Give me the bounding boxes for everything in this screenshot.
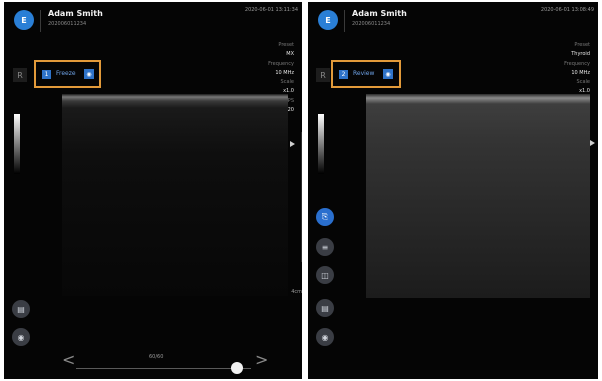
patient-id: 202006011234 [352, 21, 391, 27]
menu-icon[interactable]: ≡ [316, 238, 334, 256]
r-orientation-badge: R [316, 68, 330, 82]
param-label: Scale [280, 79, 294, 86]
param-label: Frequency [268, 60, 294, 67]
split-view-icon[interactable]: ◫ [316, 266, 334, 284]
grayscale-bar [318, 114, 324, 174]
review-mode-label: Review [353, 70, 375, 77]
depth-label: 4cm [291, 289, 302, 295]
image-number-badge: 1 [42, 70, 51, 79]
param-value: 10 MHz [275, 69, 294, 76]
r-orientation-badge: R [13, 68, 27, 82]
depth-scale-line [301, 132, 302, 262]
right-scan-panel: E Adam Smith 202006011234 2020-06-01 13:… [308, 2, 598, 379]
scan-datetime: 2020-06-01 13:11:34 [244, 7, 298, 13]
lock-icon[interactable]: ◉ [84, 69, 94, 79]
calipers-icon[interactable]: ▤ [12, 300, 30, 318]
ultrasound-image[interactable] [366, 94, 590, 298]
header-divider [344, 10, 345, 32]
param-value: MX [286, 51, 294, 58]
app-logo-icon: E [318, 10, 338, 30]
cine-slider-track[interactable] [76, 368, 251, 369]
cine-slider-knob[interactable] [231, 362, 243, 374]
camera-icon[interactable]: ◉ [316, 328, 334, 346]
scan-parameters: Preset Thyroid Frequency 10 MHz Scale x1… [564, 41, 590, 97]
param-label: Preset [278, 42, 294, 48]
param-value: Thyroid [571, 51, 590, 58]
grayscale-bar [14, 114, 20, 174]
param-label: Frequency [564, 60, 590, 67]
export-icon[interactable]: ⎘ [316, 208, 334, 226]
next-frame-button[interactable]: > [255, 352, 268, 368]
prev-frame-button[interactable]: < [62, 352, 75, 368]
focus-marker-icon [290, 141, 295, 147]
patient-id: 202006011234 [48, 21, 87, 27]
frame-counter: 60/60 [149, 354, 164, 360]
focus-marker-icon [590, 140, 595, 146]
patient-name: Adam Smith [352, 9, 407, 18]
image-number-badge: 2 [339, 70, 348, 79]
header-divider [40, 10, 41, 32]
param-label: Scale [576, 79, 590, 86]
mode-highlight-box[interactable]: 2 Review ◉ [331, 60, 401, 88]
mode-highlight-box[interactable]: 1 Freeze ◉ [34, 60, 101, 88]
param-value: 10 MHz [571, 69, 590, 76]
left-scan-panel: E Adam Smith 202006011234 2020-06-01 13:… [4, 2, 302, 379]
param-label: Preset [574, 42, 590, 48]
app-logo-icon: E [14, 10, 34, 30]
scan-datetime: 2020-06-01 13:08:49 [540, 7, 594, 13]
camera-icon[interactable]: ◉ [12, 328, 30, 346]
lock-icon[interactable]: ◉ [383, 69, 393, 79]
ultrasound-image[interactable] [62, 94, 288, 296]
calipers-icon[interactable]: ▤ [316, 299, 334, 317]
freeze-mode-label: Freeze [56, 70, 76, 77]
patient-name: Adam Smith [48, 9, 103, 18]
